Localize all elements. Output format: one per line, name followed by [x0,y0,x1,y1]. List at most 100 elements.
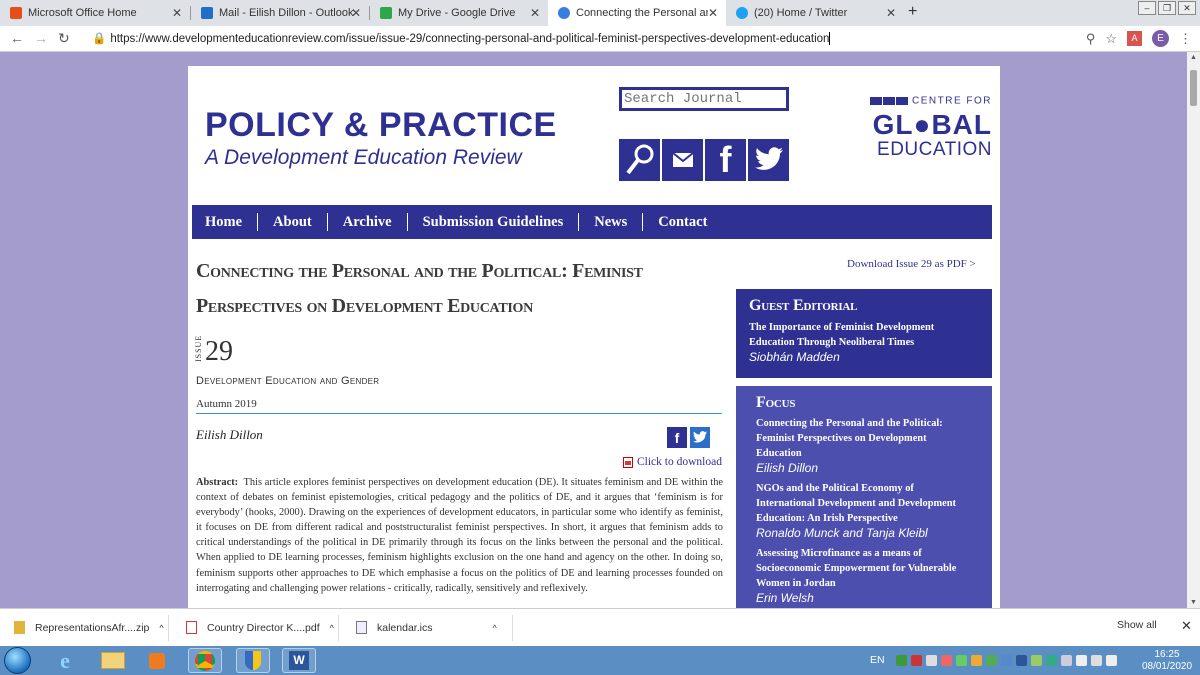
volume-icon[interactable] [1106,655,1117,666]
close-window-icon[interactable]: ✕ [1178,1,1196,15]
nav-home[interactable]: Home [205,213,259,231]
facebook-share-icon[interactable]: f [667,427,687,448]
focus-item-title: Assessing Microfinance as a means of Soc… [756,548,957,589]
twitter-button[interactable] [748,139,789,181]
tray-icon[interactable] [1061,655,1072,666]
language-indicator[interactable]: EN [870,654,885,666]
word-icon[interactable]: W [282,648,316,673]
nav-submission-guidelines[interactable]: Submission Guidelines [423,213,580,231]
download-item[interactable]: kalendar.ics ^ [356,621,497,634]
logo-education: EDUCATION [877,139,992,161]
tray-icon[interactable] [986,655,997,666]
abstract-text: This article explores feminist perspecti… [196,477,724,594]
focus-item[interactable]: Connecting the Personal and the Politica… [756,416,972,475]
minimize-icon[interactable]: – [1138,1,1156,15]
nav-news[interactable]: News [594,213,644,231]
zoom-icon[interactable]: ⚲ [1086,31,1096,47]
nav-contact[interactable]: Contact [658,213,722,231]
search-input[interactable] [619,87,789,111]
tab-title: Mail - Eilish Dillon - Outlook [219,7,354,19]
flag-icon[interactable] [1076,655,1087,666]
chevron-up-icon[interactable]: ^ [492,623,496,633]
scroll-thumb[interactable] [1190,70,1197,106]
pdf-extension-icon[interactable]: A [1127,31,1142,46]
tab-title: Microsoft Office Home [28,7,137,19]
profile-avatar[interactable]: E [1152,30,1169,47]
facebook-button[interactable]: f [705,139,746,181]
tab-twitter[interactable]: (20) Home / Twitter ✕ [726,0,904,26]
issue-label: ISSUE [194,334,203,362]
maximize-icon[interactable]: ❐ [1158,1,1176,15]
tab-connecting-personal[interactable]: Connecting the Personal and the ✕ [548,0,726,26]
tray-icon[interactable] [1031,655,1042,666]
menu-icon[interactable]: ⋮ [1179,31,1192,47]
scroll-down-icon[interactable]: ▼ [1190,599,1197,606]
file-explorer-icon[interactable] [96,648,130,673]
drive-icon [380,7,392,19]
tab-office-home[interactable]: Microsoft Office Home ✕ [0,0,190,26]
url-field[interactable]: 🔒 https://www.developmenteducationreview.… [92,31,831,46]
page-container: POLICY & PRACTICE A Development Educatio… [188,66,1000,608]
email-button[interactable] [662,139,703,181]
site-title[interactable]: POLICY & PRACTICE [205,106,557,145]
bookmark-star-icon[interactable]: ☆ [1105,31,1117,47]
system-clock[interactable]: 16:25 08/01/2020 [1137,649,1197,673]
guest-editorial-heading: Guest Editorial [749,297,858,314]
divider [196,413,722,414]
close-downloads-icon[interactable]: ✕ [1181,618,1192,634]
internet-explorer-icon[interactable]: e [48,648,82,673]
tab-outlook[interactable]: Mail - Eilish Dillon - Outlook ✕ [191,0,369,26]
tray-icon[interactable] [1001,655,1012,666]
close-icon[interactable]: ✕ [708,6,718,20]
nav-archive[interactable]: Archive [343,213,408,231]
close-icon[interactable]: ✕ [351,6,361,20]
windows-taskbar: e W EN 16:25 08/01/2020 [0,646,1200,675]
reload-icon[interactable]: ↻ [58,30,70,47]
new-tab-button[interactable]: + [908,3,917,21]
window-controls: – ❐ ✕ [1138,1,1196,15]
tray-icon[interactable] [971,655,982,666]
download-issue-link[interactable]: Download Issue 29 as PDF > [847,258,976,270]
focus-item[interactable]: Assessing Microfinance as a means of Soc… [756,546,972,605]
close-icon[interactable]: ✕ [886,6,896,20]
download-link-label: Click to download [637,456,722,468]
media-player-icon[interactable] [140,648,174,673]
chevron-up-icon[interactable]: ^ [330,623,334,633]
tray-icon[interactable] [911,655,922,666]
centre-for-global-education-logo[interactable]: CENTRE FOR GL●BAL EDUCATION [862,92,992,160]
pdf-icon [623,456,633,468]
twitter-share-icon[interactable] [690,427,710,448]
nav-about[interactable]: About [273,213,328,231]
close-icon[interactable]: ✕ [172,6,182,20]
chrome-icon[interactable] [188,648,222,673]
guest-editorial-title[interactable]: The Importance of Feminist Development E… [749,320,979,350]
download-filename: kalendar.ics [377,621,433,634]
tray-icon[interactable] [956,655,967,666]
page-scrollbar[interactable]: ▲ ▼ [1187,52,1200,608]
search-button[interactable] [619,139,660,181]
scroll-up-icon[interactable]: ▲ [1190,54,1197,61]
tray-icon[interactable] [1016,655,1027,666]
focus-item-author: Eilish Dillon [756,461,819,475]
download-item[interactable]: RepresentationsAfr....zip ^ [14,621,164,634]
focus-item-title: Connecting the Personal and the Politica… [756,418,943,459]
tray-icon[interactable] [941,655,952,666]
system-tray-icons [896,655,1117,666]
tab-google-drive[interactable]: My Drive - Google Drive ✕ [370,0,548,26]
show-all-downloads-button[interactable]: Show all [1117,619,1157,631]
article-author: Eilish Dillon [196,427,263,442]
tray-icon[interactable] [926,655,937,666]
chevron-up-icon[interactable]: ^ [159,623,163,633]
tray-icon[interactable] [896,655,907,666]
download-link[interactable]: Click to download [623,456,722,468]
start-button[interactable] [4,647,31,674]
security-shield-icon[interactable] [236,648,270,673]
close-icon[interactable]: ✕ [530,6,540,20]
forward-icon[interactable]: → [34,30,48,46]
back-icon[interactable]: ← [10,30,24,46]
download-item[interactable]: Country Director K....pdf ^ [186,621,334,634]
tray-icon[interactable] [1046,655,1057,666]
focus-item-title: NGOs and the Political Economy of Intern… [756,483,957,524]
network-icon[interactable] [1091,655,1102,666]
focus-item[interactable]: NGOs and the Political Economy of Intern… [756,481,972,540]
